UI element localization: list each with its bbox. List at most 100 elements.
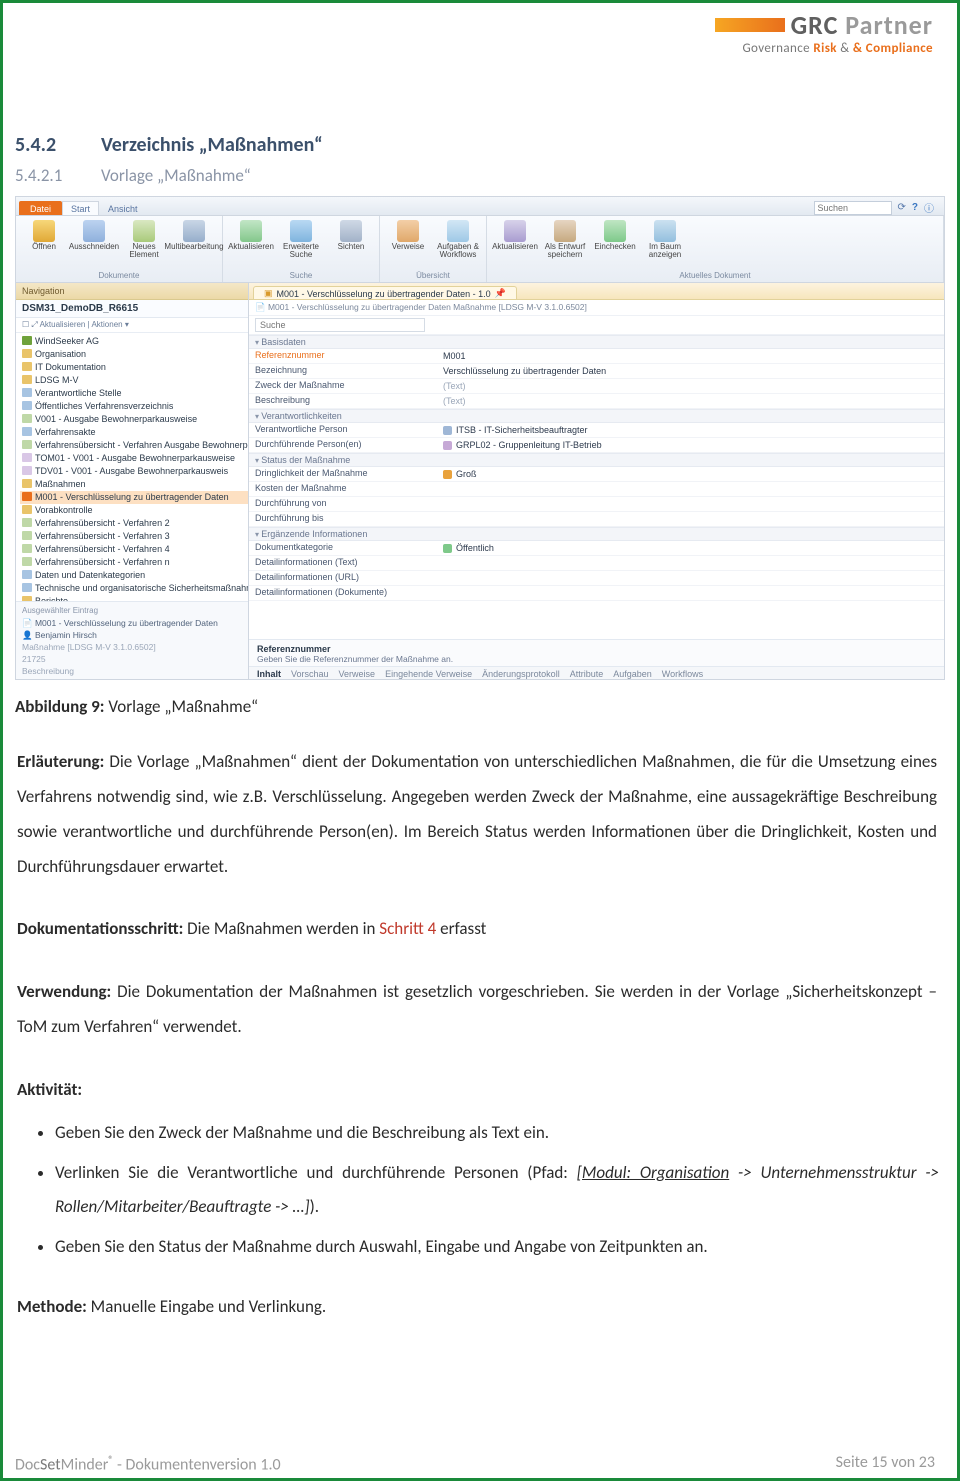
- window-quickbar: ⟳ ? ⓘ: [814, 200, 935, 215]
- tree-node[interactable]: Verfahrensakte: [20, 426, 248, 439]
- tree-node[interactable]: LDSG M-V: [20, 374, 248, 387]
- btn-links[interactable]: Verweise: [386, 218, 430, 260]
- help-panel: Referenznummer Geben Sie die Referenznum…: [249, 639, 944, 666]
- bottom-tab[interactable]: Workflows: [662, 669, 703, 679]
- row-kosten: Kosten der Maßnahme: [249, 482, 944, 497]
- content-search-input[interactable]: [255, 318, 425, 332]
- help-text: Geben Sie die Referenznummer der Maßnahm…: [257, 654, 936, 664]
- sect-basis[interactable]: Basisdaten: [249, 335, 944, 349]
- btn-checkin[interactable]: Einchecken: [593, 218, 637, 260]
- row-detail-text: Detailinformationen (Text): [249, 556, 944, 571]
- pin-icon[interactable]: 📌: [495, 288, 506, 299]
- bottom-tab[interactable]: Aufgaben: [613, 669, 652, 679]
- global-search-input[interactable]: [814, 201, 892, 215]
- tab-file[interactable]: Datei: [19, 201, 62, 215]
- bottom-tab[interactable]: Attribute: [570, 669, 604, 679]
- sect-verantw[interactable]: Verantwortlichkeiten: [249, 409, 944, 423]
- bottom-tab[interactable]: Änderungsprotokoll: [482, 669, 560, 679]
- node-icon: [22, 505, 32, 514]
- tab-view[interactable]: Ansicht: [99, 201, 147, 215]
- row-dringlichkeit: Dringlichkeit der MaßnahmeGroß: [249, 467, 944, 482]
- tree-node[interactable]: WindSeeker AG: [20, 335, 248, 348]
- btn-showtree[interactable]: Im Baum anzeigen: [643, 218, 687, 260]
- node-icon: [22, 583, 32, 592]
- node-icon: [22, 544, 32, 553]
- group-currentdoc: Aktuelles Dokument: [493, 271, 937, 282]
- help-icon[interactable]: ?: [912, 202, 918, 213]
- btn-views[interactable]: Sichten: [329, 218, 373, 260]
- logo-top: GRC Partner: [715, 9, 933, 41]
- btn-tasks[interactable]: Aufgaben & Workflows: [436, 218, 480, 260]
- para-methode: Methode: Manuelle Eingabe und Verlinkung…: [17, 1290, 937, 1325]
- group-overview: Übersicht: [386, 271, 480, 282]
- sel-header: Ausgewählter Eintrag: [22, 606, 242, 615]
- document-tab[interactable]: ▣ M001 - Verschlüsselung zu übertragende…: [253, 286, 517, 299]
- form: Basisdaten ReferenznummerM001 Bezeichnun…: [249, 335, 944, 639]
- nav-tree[interactable]: WindSeeker AGOrganisationIT Dokumentatio…: [16, 333, 248, 601]
- btn-extsearch[interactable]: Erweiterte Suche: [279, 218, 323, 260]
- priority-icon: [443, 470, 452, 479]
- refresh-icon-2: [240, 220, 262, 242]
- node-icon: [22, 388, 32, 397]
- tree-node[interactable]: Verfahrensübersicht - Verfahren 4: [20, 543, 248, 556]
- para-erlaeuterung: Erläuterung: Die Vorlage „Maßnahmen“ die…: [17, 745, 937, 884]
- row-zweck: Zweck der Maßnahme(Text): [249, 379, 944, 394]
- btn-multiedit[interactable]: Multibearbeitung: [172, 218, 216, 260]
- info-icon[interactable]: ⓘ: [924, 200, 934, 215]
- btn-refresh[interactable]: Aktualisieren: [229, 218, 273, 260]
- btn-open[interactable]: Öffnen: [22, 218, 66, 260]
- logo-bar-icon: [715, 18, 785, 32]
- tree-node[interactable]: Technische und organisatorische Sicherhe…: [20, 582, 248, 595]
- sect-ergaenz[interactable]: Ergänzende Informationen: [249, 527, 944, 541]
- tree-node[interactable]: Verfahrensübersicht - Verfahren Ausgabe …: [20, 439, 248, 452]
- sect-status[interactable]: Status der Maßnahme: [249, 453, 944, 467]
- btn-cut[interactable]: Ausschneiden: [72, 218, 116, 260]
- extsearch-icon: [290, 220, 312, 242]
- node-icon: [22, 414, 32, 423]
- tree-node[interactable]: TDV01 - V001 - Ausgabe Bewohnerparkauswe…: [20, 465, 248, 478]
- figure-caption: Abbildung 9: Vorlage „Maßnahme“: [15, 696, 939, 717]
- tab-start[interactable]: Start: [62, 201, 99, 215]
- tree-node[interactable]: Vorabkontrolle: [20, 504, 248, 517]
- content-panel: ▣ M001 - Verschlüsselung zu übertragende…: [249, 283, 944, 680]
- tree-node[interactable]: Öffentliches Verfahrensverzeichnis: [20, 400, 248, 413]
- tree-node[interactable]: IT Dokumentation: [20, 361, 248, 374]
- nav-header: Navigation: [16, 283, 248, 300]
- draft-icon: [554, 220, 576, 242]
- bottom-tab[interactable]: Verweise: [339, 669, 376, 679]
- node-icon: [22, 466, 32, 475]
- tree-node[interactable]: Daten und Datenkategorien: [20, 569, 248, 582]
- node-icon: [22, 531, 32, 540]
- tree-node[interactable]: Verantwortliche Stelle: [20, 387, 248, 400]
- content-search: [249, 316, 944, 335]
- new-icon: [133, 220, 155, 242]
- btn-update[interactable]: Aktualisieren: [493, 218, 537, 260]
- btn-draft[interactable]: Als Entwurf speichern: [543, 218, 587, 260]
- row-durchfuehrend: Durchführende Person(en)GRPL02 - Gruppen…: [249, 438, 944, 453]
- tree-node[interactable]: Verfahrensübersicht - Verfahren 2: [20, 517, 248, 530]
- tree-node[interactable]: Organisation: [20, 348, 248, 361]
- nav-toolbar[interactable]: ☐ ⤢ Aktualisieren | Aktionen ▾: [16, 318, 248, 333]
- bottom-tab[interactable]: Vorschau: [291, 669, 329, 679]
- node-icon: [22, 492, 32, 501]
- row-von: Durchführung von: [249, 497, 944, 512]
- help-title: Referenznummer: [257, 644, 936, 654]
- person-icon: [443, 426, 452, 435]
- tasks-icon: [447, 220, 469, 242]
- refresh-icon[interactable]: ⟳: [898, 202, 906, 213]
- footer-right: Seite 15 von 23: [836, 1453, 935, 1474]
- para-dokschritt: Dokumentationsschritt: Die Maßnahmen wer…: [17, 912, 937, 947]
- tree-node[interactable]: V001 - Ausgabe Bewohnerparkausweise: [20, 413, 248, 426]
- logo-sub: Governance Risk & & Compliance: [715, 41, 933, 56]
- heading-5-4-2: 5.4.2Verzeichnis „Maßnahmen“: [15, 133, 939, 157]
- ribbon: Öffnen Ausschneiden Neues Element Multib…: [16, 216, 944, 283]
- tree-node[interactable]: Verfahrensübersicht - Verfahren 3: [20, 530, 248, 543]
- tree-node[interactable]: Verfahrensübersicht - Verfahren n: [20, 556, 248, 569]
- tree-node[interactable]: M001 - Verschlüsselung zu übertragender …: [20, 491, 248, 504]
- tree-node[interactable]: TOM01 - V001 - Ausgabe Bewohnerparkauswe…: [20, 452, 248, 465]
- bottom-tab[interactable]: Eingehende Verweise: [385, 669, 472, 679]
- node-icon: [22, 375, 32, 384]
- tree-node[interactable]: Maßnahmen: [20, 478, 248, 491]
- btn-new[interactable]: Neues Element: [122, 218, 166, 260]
- bottom-tab[interactable]: Inhalt: [257, 669, 281, 679]
